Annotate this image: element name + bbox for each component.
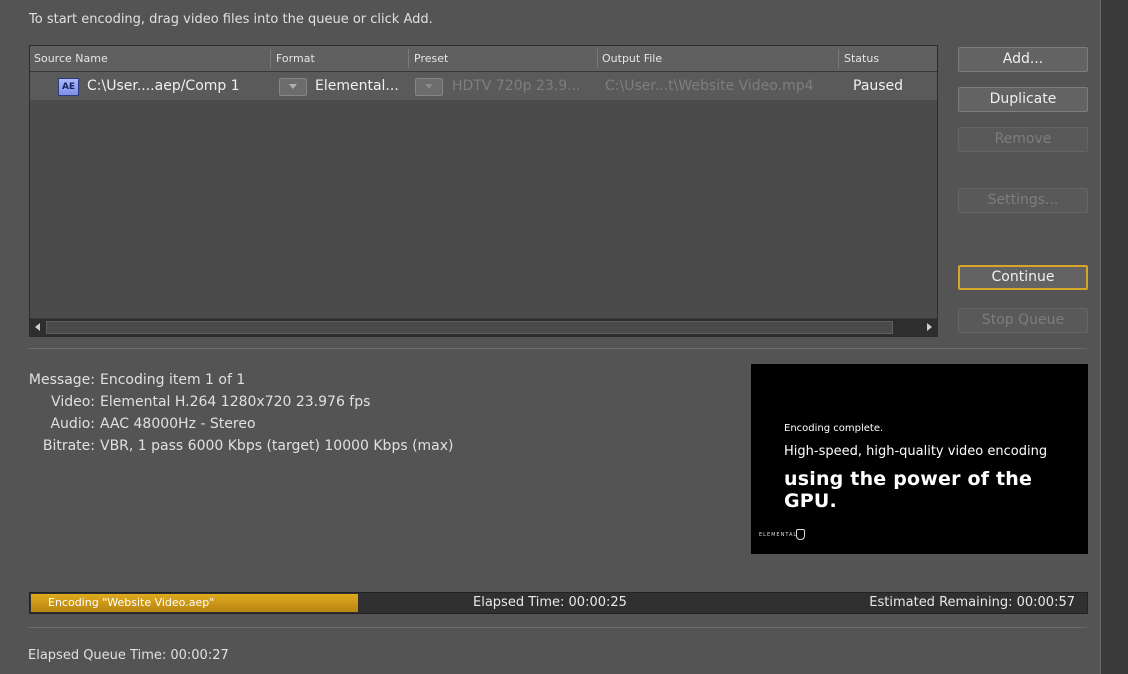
format-cell[interactable]: Elemental... — [315, 78, 399, 94]
divider — [29, 627, 1087, 628]
output-file-cell: C:\User...t\Website Video.mp4 — [605, 78, 814, 94]
queue-item[interactable]: AE C:\User....aep/Comp 1 Elemental... HD… — [30, 72, 937, 100]
preset-dropdown-arrow-icon — [415, 78, 443, 96]
bitrate-value: VBR, 1 pass 6000 Kbps (target) 10000 Kbp… — [100, 438, 454, 454]
scrollbar-thumb[interactable] — [46, 321, 893, 334]
message-label: Message: — [28, 372, 95, 388]
estimated-remaining: Estimated Remaining: 00:00:57 — [869, 595, 1075, 610]
elemental-logo: ELEMENTAL — [759, 532, 798, 538]
info-labels: Message: Video: Audio: Bitrate: — [28, 369, 95, 457]
bitrate-label: Bitrate: — [42, 438, 95, 454]
column-preset[interactable]: Preset — [414, 52, 448, 65]
preview-line-2: High-speed, high-quality video encoding — [784, 444, 1048, 459]
elapsed-queue-time: Elapsed Queue Time: 00:00:27 — [28, 648, 229, 663]
format-dropdown-arrow-icon[interactable] — [279, 78, 307, 96]
column-status[interactable]: Status — [844, 52, 879, 65]
message-value: Encoding item 1 of 1 — [100, 372, 246, 388]
horizontal-scrollbar[interactable] — [30, 318, 937, 336]
column-divider[interactable] — [408, 49, 409, 68]
progress-label: Encoding "Website Video.aep" — [48, 596, 215, 609]
remove-button[interactable]: Remove — [958, 127, 1088, 152]
info-values: Encoding item 1 of 1 Elemental H.264 128… — [100, 369, 454, 457]
encoder-window: To start encoding, drag video files into… — [0, 0, 1101, 674]
column-output-file[interactable]: Output File — [602, 52, 662, 65]
video-value: Elemental H.264 1280x720 23.976 fps — [100, 394, 371, 410]
elapsed-time: Elapsed Time: 00:00:25 — [473, 595, 627, 610]
divider — [29, 348, 1087, 349]
status-cell: Paused — [853, 78, 904, 94]
column-divider[interactable] — [597, 49, 598, 68]
elemental-logo-icon — [796, 529, 805, 540]
scroll-right-icon[interactable] — [927, 323, 932, 331]
column-format[interactable]: Format — [276, 52, 315, 65]
stop-queue-button[interactable]: Stop Queue — [958, 308, 1088, 333]
column-source-name[interactable]: Source Name — [34, 52, 108, 65]
after-effects-icon: AE — [58, 78, 79, 96]
preview-line-1: Encoding complete. — [784, 423, 884, 434]
preview-line-3: using the power of the GPU. — [784, 468, 1033, 512]
settings-button[interactable]: Settings... — [958, 188, 1088, 213]
queue-header: Source Name Format Preset Output File St… — [30, 46, 937, 72]
encoding-queue[interactable]: Source Name Format Preset Output File St… — [29, 45, 938, 337]
scroll-left-icon[interactable] — [35, 323, 40, 331]
encoding-progress-bar: Encoding "Website Video.aep" Elapsed Tim… — [29, 592, 1088, 614]
preset-cell: HDTV 720p 23.9... — [452, 78, 581, 94]
duplicate-button[interactable]: Duplicate — [958, 87, 1088, 112]
continue-button[interactable]: Continue — [958, 265, 1088, 290]
add-button[interactable]: Add... — [958, 47, 1088, 72]
preview-pane: Encoding complete. High-speed, high-qual… — [751, 364, 1088, 554]
queue-hint: To start encoding, drag video files into… — [29, 12, 433, 27]
source-name-cell: C:\User....aep/Comp 1 — [87, 78, 240, 94]
column-divider[interactable] — [270, 49, 271, 68]
audio-label: Audio: — [50, 416, 95, 432]
audio-value: AAC 48000Hz - Stereo — [100, 416, 256, 432]
video-label: Video: — [51, 394, 95, 410]
column-divider[interactable] — [838, 49, 839, 68]
